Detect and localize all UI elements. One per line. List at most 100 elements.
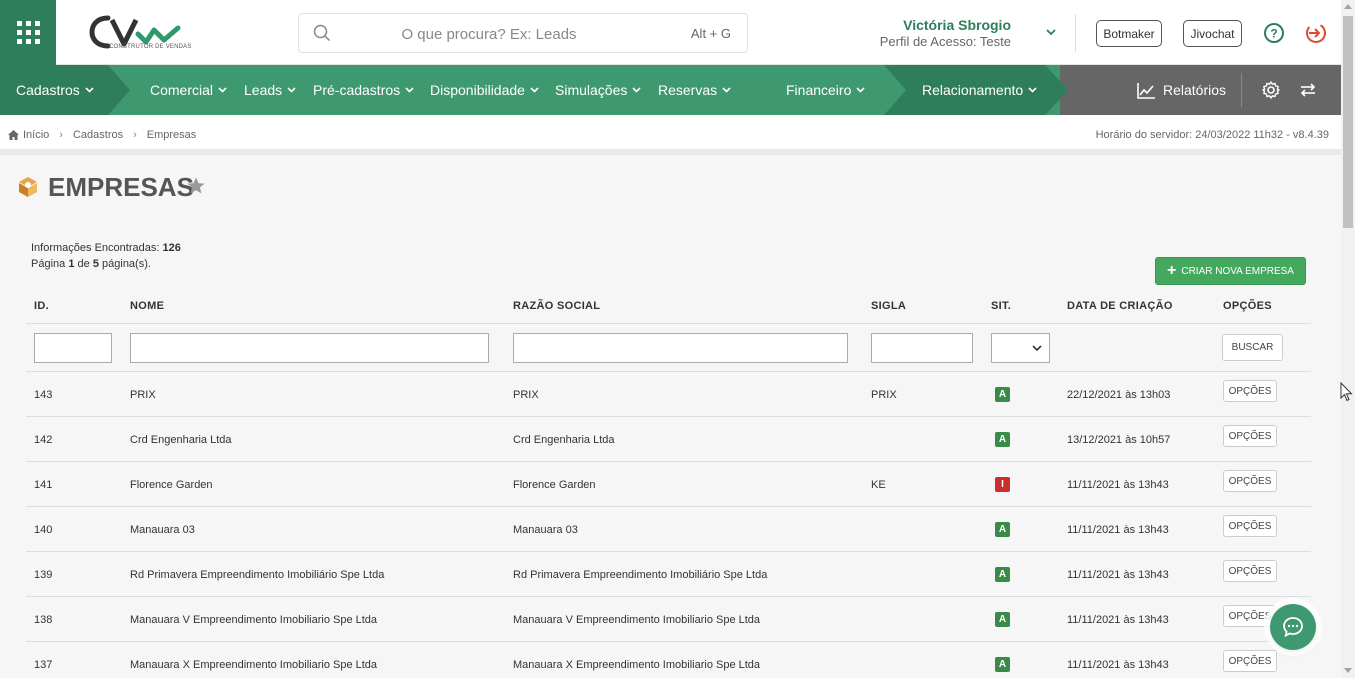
header-divider <box>1075 14 1076 52</box>
breadcrumb-empresas: Empresas <box>146 129 197 141</box>
chevron-down-icon <box>287 87 296 93</box>
table-row: 140 Manauara 03 Manauara 03 A 11/11/2021 às … <box>26 507 1311 552</box>
nav-disponibilidade[interactable]: Disponibilidade <box>430 65 539 115</box>
nav-label: Leads <box>244 82 283 98</box>
filter-nome-input[interactable] <box>130 333 489 363</box>
global-search[interactable]: Alt + G <box>298 13 748 53</box>
cell-data-criacao: 22/12/2021 às 13h03 <box>1067 389 1171 401</box>
filter-razao-input[interactable] <box>513 333 848 363</box>
status-badge: A <box>995 612 1010 627</box>
col-data-criacao[interactable]: DATA DE CRIAÇÃO <box>1067 300 1173 312</box>
nav-relacionamento[interactable]: Relacionamento <box>922 65 1037 115</box>
filter-sigla-input[interactable] <box>871 333 973 363</box>
search-hotkey: Alt + G <box>690 26 731 41</box>
cell-razao-social: Manauara 03 <box>513 524 578 536</box>
row-options-button[interactable]: OPÇÕES <box>1223 650 1277 672</box>
filter-situacao-select[interactable] <box>991 333 1050 363</box>
status-badge: A <box>995 432 1010 447</box>
cell-razao-social: Rd Primavera Empreendimento Imobiliário … <box>513 569 768 581</box>
cell-razao-social: PRIX <box>513 389 539 401</box>
col-nome[interactable]: NOME <box>130 300 164 312</box>
nav-simulacoes[interactable]: Simulações <box>555 65 641 115</box>
nav-label: Cadastros <box>16 82 80 98</box>
create-label: CRIAR NOVA EMPRESA <box>1181 265 1294 277</box>
page-scrollbar[interactable] <box>1341 0 1355 678</box>
row-options-button[interactable]: OPÇÕES <box>1223 515 1277 537</box>
nav-pre-cadastros[interactable]: Pré-cadastros <box>313 65 414 115</box>
table-row: 141 Florence Garden Florence Garden KE I 11/1… <box>26 462 1311 507</box>
table-row: 139 Rd Primavera Empreendimento Imobiliár… <box>26 552 1311 597</box>
nav-comercial[interactable]: Comercial <box>150 65 227 115</box>
filter-id-input[interactable] <box>34 333 112 363</box>
page-total: 5 <box>92 258 99 270</box>
gear-icon[interactable] <box>1261 80 1281 100</box>
user-name: Victória Sbrogio <box>903 17 1011 33</box>
home-icon <box>8 130 19 140</box>
cell-data-criacao: 11/11/2021 às 13h43 <box>1067 659 1169 671</box>
row-options-button[interactable]: OPÇÕES <box>1223 425 1277 447</box>
create-company-button[interactable]: + CRIAR NOVA EMPRESA <box>1155 257 1306 285</box>
botmaker-button[interactable]: Botmaker <box>1096 20 1162 47</box>
search-input[interactable] <box>339 22 639 46</box>
breadcrumb-home[interactable]: Início <box>23 129 49 141</box>
page-current: 1 <box>68 258 75 270</box>
nav-leads[interactable]: Leads <box>244 65 296 115</box>
nav-financeiro[interactable]: Financeiro <box>786 65 865 115</box>
chevron-down-icon <box>1028 87 1037 93</box>
row-options-button[interactable]: OPÇÕES <box>1223 605 1277 627</box>
chevron-down-icon <box>1032 345 1042 352</box>
results-count: 126 <box>162 242 181 254</box>
cell-nome: Manauara X Empreendimento Imobiliario Sp… <box>130 659 378 671</box>
col-id[interactable]: ID. <box>34 300 49 312</box>
page-of: de <box>77 258 90 270</box>
chevron-down-icon[interactable] <box>1045 27 1057 37</box>
nav-cadastros[interactable]: Cadastros <box>16 65 94 115</box>
apps-menu-button[interactable] <box>0 0 56 65</box>
building-icon <box>19 177 37 197</box>
status-badge: A <box>995 387 1010 402</box>
nav-relatorios[interactable]: Relatórios <box>1137 65 1226 115</box>
main-nav: Cadastros Comercial Leads Pré-cadastros … <box>0 65 1341 115</box>
status-badge: A <box>995 522 1010 537</box>
chevron-down-icon <box>530 87 539 93</box>
col-razao-social[interactable]: RAZÃO SOCIAL <box>513 300 600 312</box>
help-icon[interactable]: ? <box>1263 22 1285 44</box>
user-profile: Perfil de Acesso: Teste <box>879 34 1011 49</box>
col-sigla[interactable]: SIGLA <box>871 300 906 312</box>
row-options-button[interactable]: OPÇÕES <box>1223 470 1277 492</box>
search-icon <box>313 24 331 42</box>
swap-icon[interactable] <box>1298 80 1318 100</box>
nav-reservas[interactable]: Reservas <box>658 65 731 115</box>
status-badge: A <box>995 567 1010 582</box>
scroll-thumb[interactable] <box>1343 16 1353 228</box>
cell-id: 143 <box>34 389 53 401</box>
nav-label: Disponibilidade <box>430 82 525 98</box>
nav-label: Relacionamento <box>922 82 1024 98</box>
star-icon[interactable] <box>186 176 206 196</box>
row-options-button[interactable]: OPÇÕES <box>1223 560 1277 582</box>
table-row: 137 Manauara X Empreendimento Imobiliario… <box>26 642 1311 678</box>
svg-text:?: ? <box>1270 27 1277 41</box>
cell-nome: Crd Engenharia Ltda <box>130 434 232 446</box>
chat-button[interactable] <box>1270 604 1316 650</box>
user-menu[interactable]: Victória Sbrogio Perfil de Acesso: Teste <box>880 17 1011 49</box>
scroll-up-icon[interactable] <box>1344 4 1352 9</box>
results-label: Informações Encontradas: <box>31 242 160 254</box>
search-button[interactable]: BUSCAR <box>1222 334 1283 361</box>
page-label: Página <box>31 258 66 270</box>
scroll-down-icon[interactable] <box>1344 668 1352 673</box>
server-time: Horário do servidor: 24/03/2022 11h32 - … <box>1095 129 1329 141</box>
cell-id: 138 <box>34 614 53 626</box>
jivochat-button[interactable]: Jivochat <box>1183 20 1242 47</box>
col-situacao[interactable]: SIT. <box>991 300 1011 312</box>
status-badge: A <box>995 657 1010 672</box>
row-options-button[interactable]: OPÇÕES <box>1223 380 1277 402</box>
plus-icon: + <box>1167 262 1177 279</box>
table-row: 142 Crd Engenharia Ltda Crd Engenharia Ltd… <box>26 417 1311 462</box>
cell-nome: Rd Primavera Empreendimento Imobiliário … <box>130 569 385 581</box>
breadcrumb-cadastros[interactable]: Cadastros <box>73 129 123 141</box>
chevron-down-icon <box>632 87 641 93</box>
page-suffix: página(s). <box>102 258 151 270</box>
logout-icon[interactable] <box>1305 22 1327 44</box>
cell-id: 141 <box>34 479 53 491</box>
